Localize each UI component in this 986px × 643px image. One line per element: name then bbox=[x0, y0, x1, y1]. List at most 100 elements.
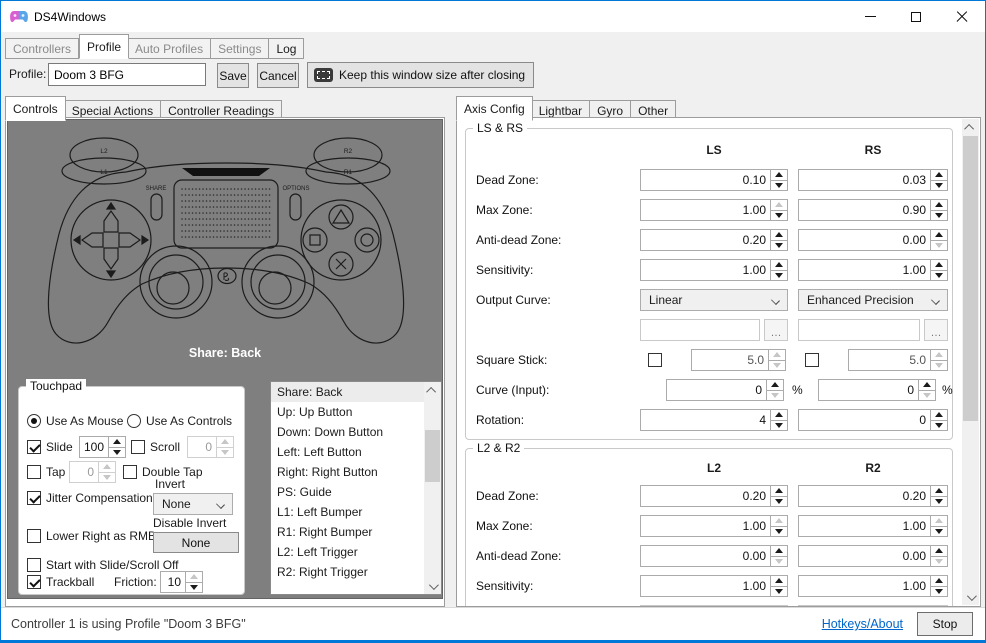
lower-right-rmb-checkbox[interactable]: Lower Right as RMB bbox=[27, 528, 156, 544]
scroll-up-icon[interactable] bbox=[424, 382, 441, 398]
spin-up-button[interactable] bbox=[931, 546, 947, 556]
spin-up-button[interactable] bbox=[931, 350, 947, 360]
spin-up-button[interactable] bbox=[931, 410, 947, 420]
ls-square-stick-checkbox[interactable] bbox=[648, 353, 662, 367]
scroll-checkbox[interactable]: Scroll bbox=[131, 439, 180, 455]
spin-down-button[interactable] bbox=[771, 556, 787, 567]
rs-max-zone-input[interactable] bbox=[798, 199, 931, 221]
spin-up-button[interactable] bbox=[771, 200, 787, 210]
rs-curve-input[interactable] bbox=[818, 379, 919, 401]
keep-window-size-button[interactable]: Keep this window size after closing bbox=[307, 62, 534, 88]
trackball-checkbox[interactable]: Trackball bbox=[27, 574, 94, 590]
spin-up-button[interactable] bbox=[931, 230, 947, 240]
spin-down-button[interactable] bbox=[771, 240, 787, 251]
bindings-scrollbar[interactable] bbox=[424, 382, 441, 594]
spin-up-button[interactable] bbox=[931, 576, 947, 586]
list-item[interactable]: Down: Down Button bbox=[271, 422, 424, 442]
spin-down-button[interactable] bbox=[931, 420, 947, 431]
ls-output-curve-dropdown[interactable]: Linear bbox=[640, 289, 788, 311]
spin-down-button[interactable] bbox=[931, 240, 947, 251]
l2-sensitivity-input[interactable] bbox=[640, 575, 771, 597]
spin-down-button[interactable] bbox=[931, 210, 947, 221]
ls-dead-zone-input[interactable] bbox=[640, 169, 771, 191]
spin-up-button[interactable] bbox=[99, 462, 115, 472]
spin-up-button[interactable] bbox=[931, 170, 947, 180]
spin-down-button[interactable] bbox=[931, 360, 947, 371]
spin-up-button[interactable] bbox=[109, 437, 125, 447]
spin-down-button[interactable] bbox=[771, 210, 787, 221]
ls-curve-browse-button[interactable]: … bbox=[764, 319, 788, 341]
spin-down-button[interactable] bbox=[771, 586, 787, 597]
scroll-down-icon[interactable] bbox=[962, 589, 979, 605]
spin-down-button[interactable] bbox=[931, 180, 947, 191]
tab-log[interactable]: Log bbox=[269, 38, 304, 59]
spin-down-button[interactable] bbox=[771, 420, 787, 431]
spin-up-button[interactable] bbox=[771, 576, 787, 586]
invert-dropdown[interactable]: None bbox=[153, 493, 233, 515]
cancel-button[interactable]: Cancel bbox=[257, 63, 299, 88]
minimize-button[interactable] bbox=[847, 1, 893, 32]
spin-down-button[interactable] bbox=[919, 390, 935, 401]
slide-checkbox[interactable]: Slide bbox=[27, 439, 73, 455]
tab-auto-profiles[interactable]: Auto Profiles bbox=[128, 38, 211, 59]
friction-input[interactable] bbox=[160, 571, 186, 593]
r2-max-zone-input[interactable] bbox=[798, 515, 931, 537]
spin-up-button[interactable] bbox=[771, 546, 787, 556]
spin-down-button[interactable] bbox=[771, 496, 787, 507]
spin-up-button[interactable] bbox=[767, 380, 783, 390]
axis-config-scrollbar[interactable] bbox=[962, 119, 979, 605]
ls-sensitivity-input[interactable] bbox=[640, 259, 771, 281]
spin-down-button[interactable] bbox=[99, 472, 115, 483]
save-button[interactable]: Save bbox=[217, 63, 249, 88]
scroll-up-icon[interactable] bbox=[962, 119, 979, 135]
spin-down-button[interactable] bbox=[931, 586, 947, 597]
close-button[interactable] bbox=[939, 1, 985, 32]
spin-up-button[interactable] bbox=[931, 200, 947, 210]
spin-up-button[interactable] bbox=[186, 572, 202, 582]
spin-up-button[interactable] bbox=[771, 260, 787, 270]
rs-curve-browse-button[interactable]: … bbox=[924, 319, 948, 341]
use-as-controls-radio[interactable]: Use As Controls bbox=[127, 413, 232, 429]
spin-up-button[interactable] bbox=[217, 437, 233, 447]
list-item[interactable]: Left: Left Button bbox=[271, 442, 424, 462]
spin-down-button[interactable] bbox=[931, 556, 947, 567]
jitter-compensation-checkbox[interactable]: Jitter Compensation bbox=[27, 490, 153, 506]
list-item[interactable]: L1: Left Bumper bbox=[271, 502, 424, 522]
l2-dead-zone-input[interactable] bbox=[640, 485, 771, 507]
rs-square-stick-input[interactable] bbox=[848, 349, 931, 371]
tab-controls[interactable]: Controls bbox=[5, 96, 66, 121]
rs-anti-dead-input[interactable] bbox=[798, 229, 931, 251]
list-item[interactable]: PS: Guide bbox=[271, 482, 424, 502]
scroll-sensitivity-input[interactable] bbox=[187, 436, 217, 458]
rs-output-curve-dropdown[interactable]: Enhanced Precision bbox=[798, 289, 948, 311]
ls-rotation-input[interactable] bbox=[640, 409, 771, 431]
spin-down-button[interactable] bbox=[931, 270, 947, 281]
scroll-down-icon[interactable] bbox=[424, 578, 441, 594]
tap-checkbox[interactable]: Tap bbox=[27, 464, 65, 480]
ls-curve-input[interactable] bbox=[666, 379, 767, 401]
scrollbar-thumb[interactable] bbox=[963, 136, 978, 421]
ls-square-stick-input[interactable] bbox=[691, 349, 769, 371]
spin-up-button[interactable] bbox=[771, 410, 787, 420]
spin-up-button[interactable] bbox=[919, 380, 935, 390]
ls-max-zone-input[interactable] bbox=[640, 199, 771, 221]
spin-up-button[interactable] bbox=[771, 170, 787, 180]
list-item[interactable]: Up: Up Button bbox=[271, 402, 424, 422]
spin-up-button[interactable] bbox=[771, 516, 787, 526]
spin-up-button[interactable] bbox=[931, 260, 947, 270]
spin-down-button[interactable] bbox=[769, 360, 785, 371]
scrollbar-thumb[interactable] bbox=[425, 430, 440, 482]
tab-controllers[interactable]: Controllers bbox=[5, 38, 79, 59]
spin-down-button[interactable] bbox=[109, 447, 125, 458]
spin-down-button[interactable] bbox=[217, 447, 233, 458]
spin-up-button[interactable] bbox=[771, 230, 787, 240]
start-slide-scroll-off-checkbox[interactable]: Start with Slide/Scroll Off bbox=[27, 557, 179, 573]
l2-max-zone-input[interactable] bbox=[640, 515, 771, 537]
list-item[interactable]: L2: Left Trigger bbox=[271, 542, 424, 562]
rs-dead-zone-input[interactable] bbox=[798, 169, 931, 191]
tap-sensitivity-input[interactable] bbox=[69, 461, 99, 483]
spin-up-button[interactable] bbox=[931, 516, 947, 526]
spin-down-button[interactable] bbox=[767, 390, 783, 401]
slide-sensitivity-input[interactable] bbox=[79, 436, 109, 458]
list-item[interactable]: R1: Right Bumper bbox=[271, 522, 424, 542]
